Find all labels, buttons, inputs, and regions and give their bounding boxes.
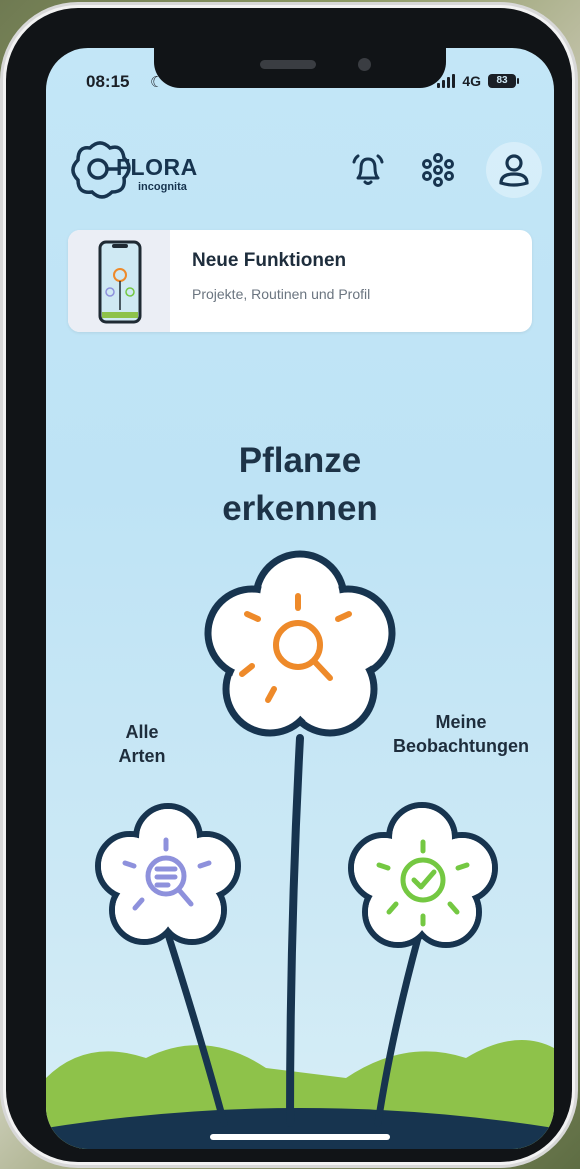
all-species-label[interactable]: Alle Arten [82, 720, 202, 768]
my-observations-flower-button[interactable] [348, 802, 498, 948]
main-flower-stem [286, 734, 304, 1127]
all-species-label-line-2: Arten [118, 746, 166, 766]
my-observations-label-line-2: Beobachtungen [392, 736, 529, 756]
all-species-flower-button[interactable] [95, 803, 241, 945]
identify-plant-flower-button[interactable] [204, 550, 396, 737]
my-observations-label[interactable]: Meine Beobachtungen [366, 710, 554, 758]
all-species-label-line-1: Alle [125, 722, 159, 742]
flower-scene [46, 550, 554, 1149]
speaker-grill [260, 60, 316, 69]
my-observations-label-line-1: Meine [435, 712, 487, 732]
phone-frame: 08:15 ☾ 4G 83 FLORA incognita Neue Funkt… [6, 8, 572, 1162]
front-camera [358, 58, 371, 71]
home-indicator[interactable] [210, 1134, 390, 1140]
app-screen: 08:15 ☾ 4G 83 FLORA incognita Neue Funkt… [46, 48, 554, 1149]
phone-notch [154, 48, 446, 88]
